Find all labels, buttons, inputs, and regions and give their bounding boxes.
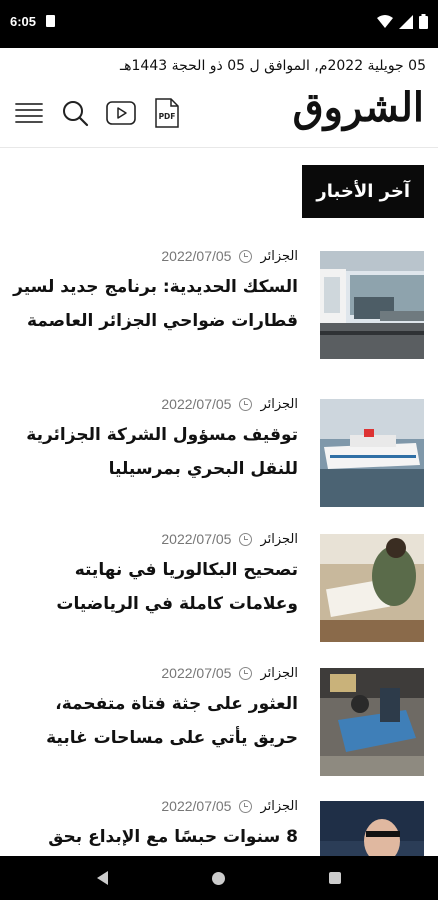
status-icons — [377, 14, 428, 29]
app-header: الشروق PDF — [0, 84, 438, 148]
news-thumbnail[interactable] — [320, 251, 424, 359]
pdf-icon[interactable]: PDF — [152, 98, 182, 128]
news-item[interactable]: الجزائر 2022/07/05 تصحيح البكالوريا في ن… — [12, 531, 426, 643]
news-item[interactable]: الجزائر 2022/07/05 العثور على جثة فتاة م… — [12, 665, 426, 777]
news-date: 2022/07/05 — [161, 396, 232, 412]
back-icon[interactable] — [97, 871, 108, 885]
signal-icon — [399, 14, 413, 29]
news-thumbnail[interactable] — [320, 668, 424, 776]
system-nav-bar — [0, 856, 438, 900]
latest-news-title[interactable]: آخر الأخبار — [302, 165, 424, 218]
news-title[interactable]: 8 سنوات حبسًا مع الإبداع بحق — [12, 820, 298, 854]
hijri-gregorian-date: 05 جويلية 2022م, الموافق ل 05 ذو الحجة 1… — [120, 58, 426, 74]
clock-icon — [239, 249, 253, 263]
video-icon[interactable] — [106, 98, 136, 128]
wifi-icon — [377, 14, 393, 28]
news-title[interactable]: السكك الحديدية: برنامج جديد لسير قطارات … — [12, 270, 298, 338]
news-meta: الجزائر 2022/07/05 — [161, 248, 298, 264]
status-bar: 6:05 — [0, 0, 438, 48]
news-category[interactable]: الجزائر — [260, 666, 298, 681]
status-time: 6:05 — [10, 14, 37, 29]
news-meta: الجزائر 2022/07/05 — [161, 665, 298, 681]
recents-icon[interactable] — [329, 872, 341, 884]
clock-icon — [239, 532, 253, 546]
news-date: 2022/07/05 — [161, 798, 232, 814]
news-meta: الجزائر 2022/07/05 — [161, 798, 298, 814]
news-category[interactable]: الجزائر — [260, 249, 298, 264]
news-item[interactable]: الجزائر 2022/07/05 السكك الحديدية: برنام… — [12, 248, 426, 360]
news-category[interactable]: الجزائر — [260, 397, 298, 412]
search-icon[interactable] — [60, 98, 90, 128]
news-title[interactable]: العثور على جثة فتاة متفحمة، حريق يأتي عل… — [12, 687, 298, 755]
home-icon[interactable] — [212, 871, 225, 885]
header-actions: PDF — [14, 98, 182, 128]
news-date: 2022/07/05 — [161, 531, 232, 547]
clock-icon — [239, 799, 253, 813]
news-title[interactable]: تصحيح البكالوريا في نهايته وعلامات كاملة… — [12, 553, 298, 621]
pdf-icon-label: PDF — [159, 112, 176, 121]
news-category[interactable]: الجزائر — [260, 532, 298, 547]
news-item[interactable]: الجزائر 2022/07/05 توقيف مسؤول الشركة ال… — [12, 396, 426, 508]
battery-icon — [419, 14, 428, 29]
menu-icon[interactable] — [14, 98, 44, 128]
echorouk-logo[interactable]: الشروق — [293, 84, 425, 131]
clock-icon — [239, 397, 253, 411]
news-thumbnail[interactable] — [320, 399, 424, 507]
news-thumbnail[interactable] — [320, 534, 424, 642]
section-header: آخر الأخبار — [302, 165, 424, 218]
news-category[interactable]: الجزائر — [260, 799, 298, 814]
clock-icon — [239, 666, 253, 680]
sd-card-icon — [46, 15, 55, 27]
news-date: 2022/07/05 — [161, 665, 232, 681]
news-title[interactable]: توقيف مسؤول الشركة الجزائرية للنقل البحر… — [12, 418, 298, 486]
news-meta: الجزائر 2022/07/05 — [161, 531, 298, 547]
news-meta: الجزائر 2022/07/05 — [161, 396, 298, 412]
news-date: 2022/07/05 — [161, 248, 232, 264]
